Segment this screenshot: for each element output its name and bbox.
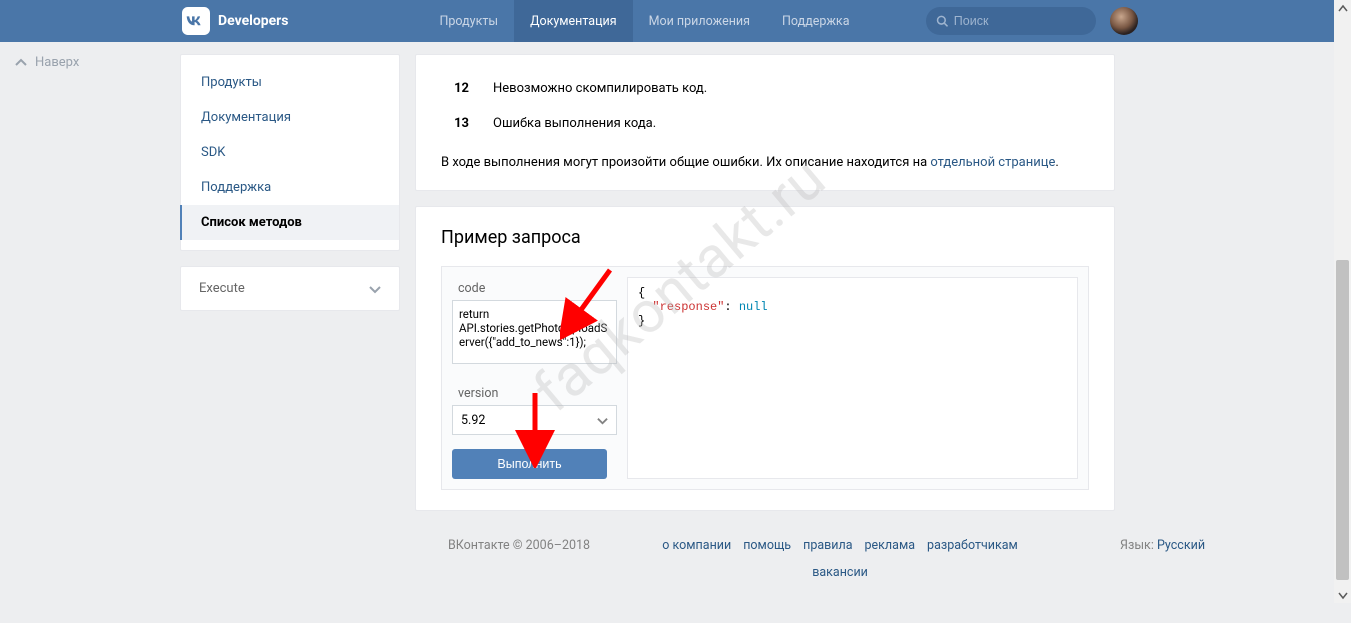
copyright: ВКонтакте © 2006–2018: [448, 538, 590, 580]
nav-documentation[interactable]: Документация: [514, 0, 633, 42]
version-value: 5.92: [461, 413, 485, 428]
nav-products[interactable]: Продукты: [424, 0, 515, 42]
footer-link-devs[interactable]: разработчикам: [927, 538, 1018, 553]
top-nav: Продукты Документация Мои приложения Под…: [424, 0, 866, 42]
nav-support[interactable]: Поддержка: [766, 0, 866, 42]
footer-link-rules[interactable]: правила: [803, 538, 852, 553]
main-column: 12 Невозможно скомпилировать код. 13 Оши…: [415, 54, 1115, 526]
example-title: Пример запроса: [441, 227, 1089, 248]
search-icon: [936, 14, 948, 28]
response-key: "response": [652, 300, 724, 314]
search-input[interactable]: [954, 14, 1086, 28]
errors-info: В ходе выполнения могут произойти общие …: [441, 145, 1089, 170]
version-block: version 5.92: [452, 382, 617, 435]
errors-card: 12 Невозможно скомпилировать код. 13 Оши…: [415, 54, 1115, 191]
version-select[interactable]: 5.92: [452, 405, 617, 435]
example-body: code version 5.92 Выполнить { "response"…: [441, 266, 1089, 490]
back-to-top-label: Наверх: [35, 55, 79, 70]
container: Продукты Документация SDK Поддержка Спис…: [0, 42, 1351, 526]
sidebar-item-support[interactable]: Поддержка: [181, 170, 399, 205]
footer-link-jobs[interactable]: вакансии: [812, 565, 868, 580]
response-value: null: [739, 300, 768, 314]
chevron-up-icon: [15, 57, 27, 69]
sidebar-item-documentation[interactable]: Документация: [181, 100, 399, 135]
chevron-down-icon: [369, 283, 381, 295]
scroll-up-icon[interactable]: [1334, 0, 1351, 17]
error-code: 13: [441, 116, 469, 131]
footer: ВКонтакте © 2006–2018 о компании помощь …: [0, 526, 1351, 580]
error-row: 12 Невозможно скомпилировать код.: [441, 75, 1089, 110]
footer-link-about[interactable]: о компании: [662, 538, 731, 553]
lang-label: Язык:: [1120, 538, 1154, 553]
vk-logo[interactable]: Developers: [182, 7, 289, 35]
error-text: Невозможно скомпилировать код.: [493, 81, 707, 96]
footer-link-help[interactable]: помощь: [743, 538, 791, 553]
errors-info-link[interactable]: отдельной странице: [930, 155, 1055, 170]
example-params: code version 5.92 Выполнить: [452, 277, 617, 479]
execute-label: Execute: [199, 281, 245, 296]
execute-dropdown[interactable]: Execute: [180, 266, 400, 311]
sidebar: Продукты Документация SDK Поддержка Спис…: [180, 54, 400, 251]
left-column: Продукты Документация SDK Поддержка Спис…: [180, 54, 400, 526]
sidebar-item-methods[interactable]: Список методов: [181, 205, 399, 240]
nav-my-apps[interactable]: Мои приложения: [633, 0, 766, 42]
example-card: Пример запроса code version 5.92 Выпол: [415, 206, 1115, 511]
language-picker[interactable]: Язык: Русский: [1120, 538, 1205, 580]
page-scrollbar[interactable]: [1334, 0, 1351, 603]
scroll-thumb[interactable]: [1336, 260, 1349, 580]
footer-link-ads[interactable]: реклама: [865, 538, 916, 553]
search-wrap[interactable]: [926, 7, 1096, 35]
code-block: code: [452, 277, 617, 368]
error-text: Ошибка выполнения кода.: [493, 116, 656, 131]
avatar[interactable]: [1110, 7, 1138, 35]
back-to-top[interactable]: Наверх: [15, 55, 79, 70]
sidebar-item-sdk[interactable]: SDK: [181, 135, 399, 170]
vk-logo-icon: [182, 7, 210, 35]
sidebar-item-products[interactable]: Продукты: [181, 65, 399, 100]
topbar: Developers Продукты Документация Мои при…: [0, 0, 1351, 42]
version-label: version: [452, 382, 617, 405]
errors-info-prefix: В ходе выполнения могут произойти общие …: [441, 155, 930, 170]
run-button[interactable]: Выполнить: [452, 449, 607, 479]
lang-value[interactable]: Русский: [1157, 538, 1205, 553]
brand-text: Developers: [218, 13, 289, 29]
code-label: code: [452, 277, 617, 300]
chevron-down-icon: [597, 415, 608, 426]
error-row: 13 Ошибка выполнения кода.: [441, 110, 1089, 145]
footer-links: о компании помощь правила реклама разраб…: [640, 538, 1040, 580]
errors-info-suffix: .: [1055, 155, 1058, 170]
code-input[interactable]: [452, 300, 617, 364]
scroll-down-icon[interactable]: [1334, 586, 1351, 603]
response-box: { "response": null }: [627, 277, 1078, 479]
error-code: 12: [441, 81, 469, 96]
